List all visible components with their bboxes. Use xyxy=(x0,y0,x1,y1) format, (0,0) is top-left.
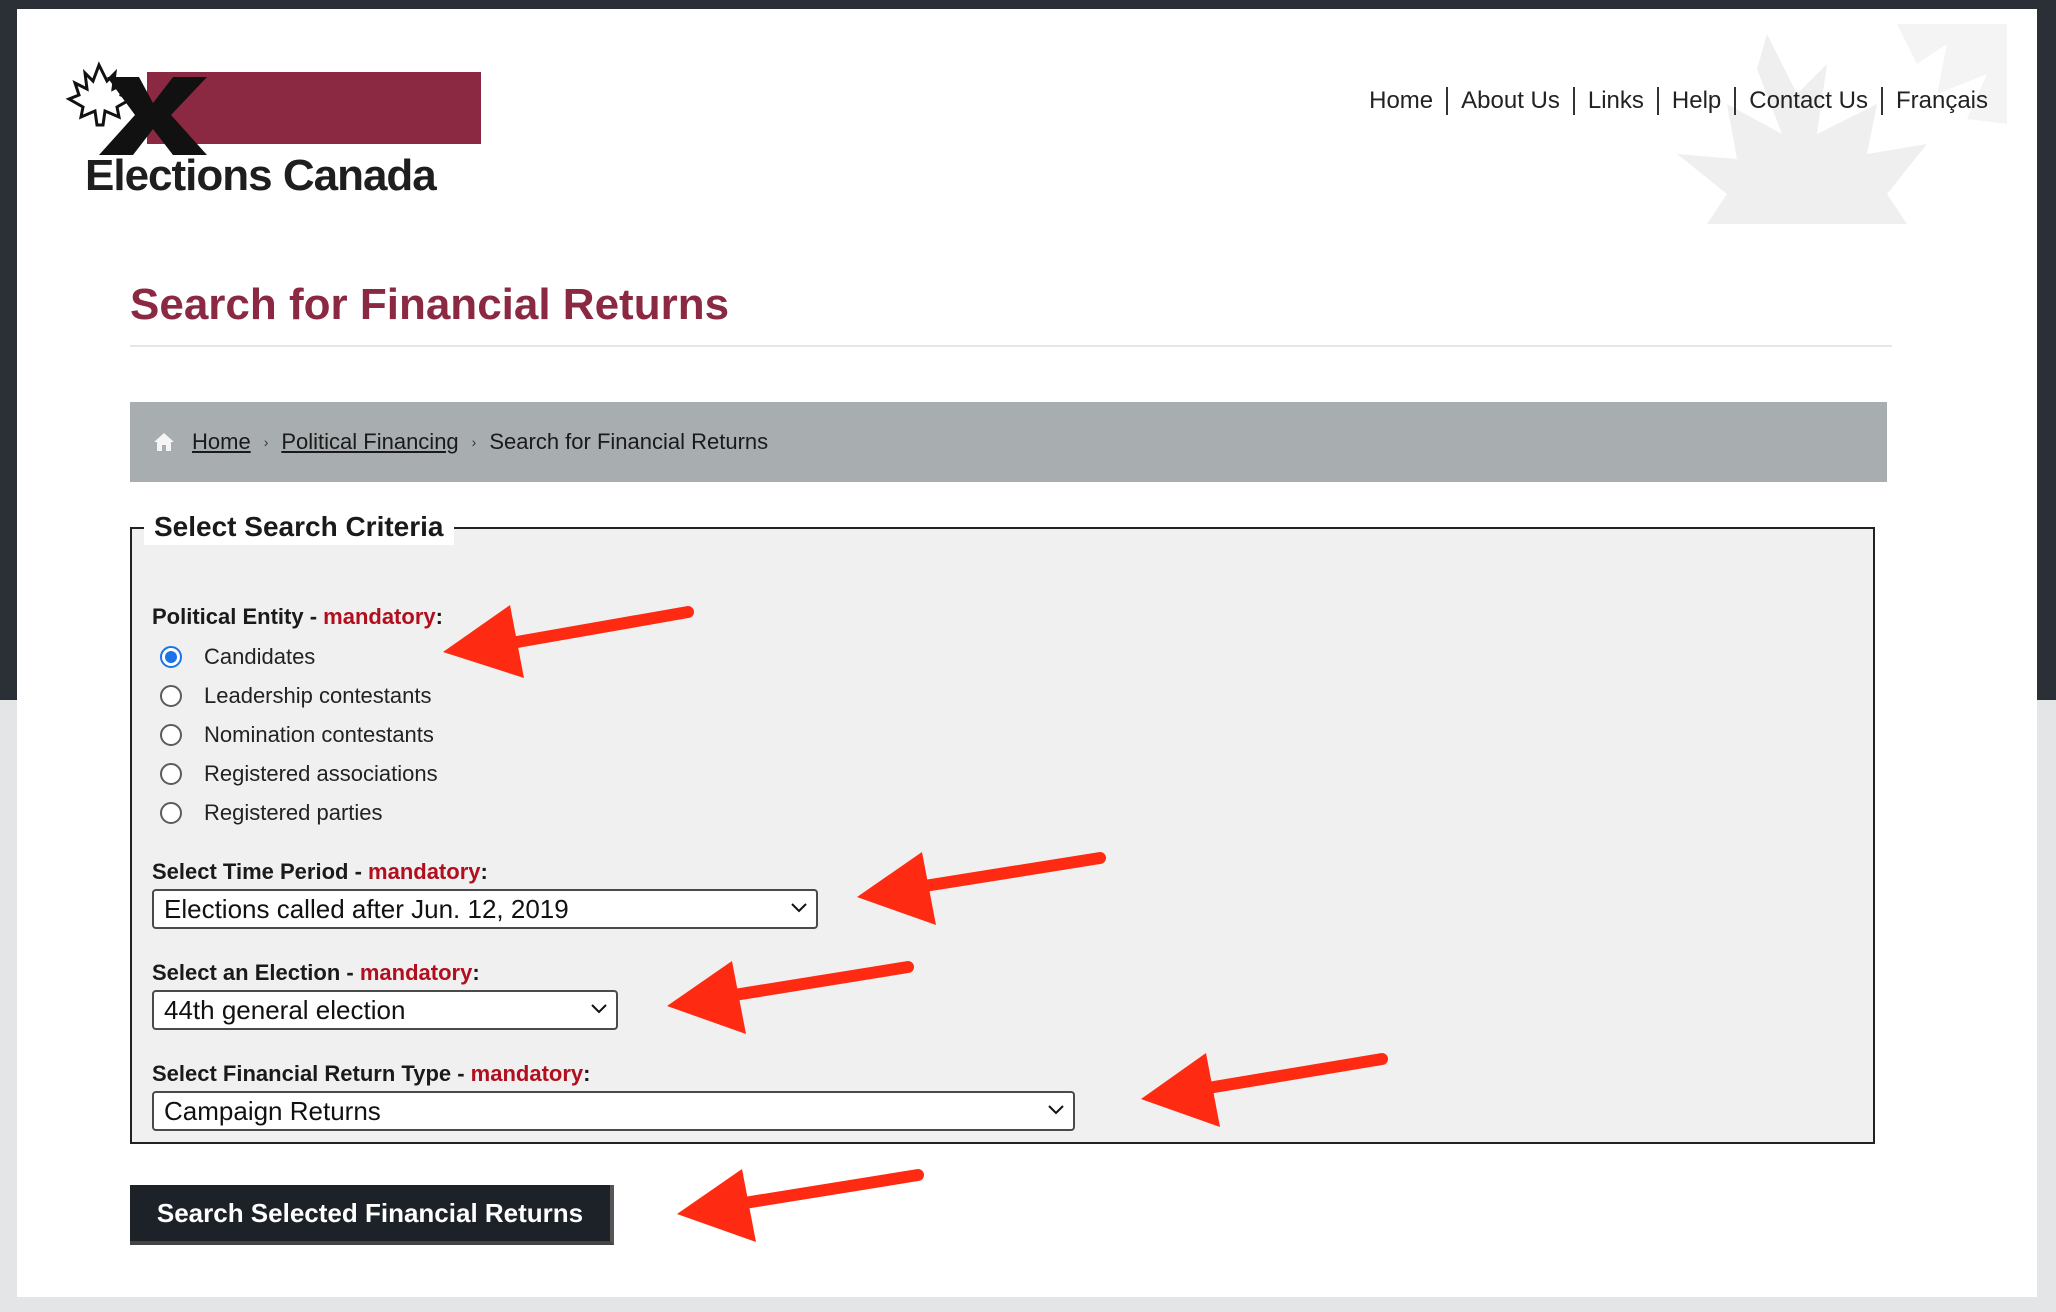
return-type-select[interactable]: Campaign Returns xyxy=(152,1091,1075,1131)
radio-candidates[interactable] xyxy=(160,646,182,668)
chevron-down-icon xyxy=(1048,1105,1064,1115)
nav-separator xyxy=(1572,87,1575,115)
mandatory-marker: mandatory xyxy=(470,1061,584,1086)
nav-separator xyxy=(1734,87,1737,115)
search-selected-financial-returns-button[interactable]: Search Selected Financial Returns xyxy=(130,1185,614,1245)
home-icon xyxy=(154,433,174,451)
radio-registered-parties[interactable] xyxy=(160,802,182,824)
breadcrumb-current: Search for Financial Returns xyxy=(489,429,769,454)
election-select[interactable]: 44th general election xyxy=(152,990,618,1030)
mandatory-marker: mandatory xyxy=(323,604,436,629)
search-criteria-fieldset: Select Search Criteria Political Entity … xyxy=(130,509,1875,1144)
breadcrumb-political-financing-link[interactable]: Political Financing xyxy=(281,429,458,455)
entity-option-leadership-contestants[interactable]: Leadership contestants xyxy=(160,683,432,709)
nav-francais[interactable]: Français xyxy=(1896,87,1988,115)
political-entity-label: Political Entity - mandatory: xyxy=(152,604,443,629)
chevron-down-icon xyxy=(591,1004,607,1014)
maple-leaf-watermark xyxy=(1677,24,2007,224)
nav-separator xyxy=(1446,87,1449,115)
chevron-down-icon xyxy=(791,903,807,913)
top-navigation: Home About Us Links Help Contact Us Fran… xyxy=(1369,87,1988,115)
nav-contact-us[interactable]: Contact Us xyxy=(1749,87,1868,115)
breadcrumb-chevron-icon: › xyxy=(263,434,269,450)
elections-canada-logo[interactable]: Elections Canada xyxy=(57,55,481,207)
entity-option-nomination-contestants[interactable]: Nomination contestants xyxy=(160,722,434,748)
entity-option-candidates[interactable]: Candidates xyxy=(160,644,315,670)
nav-help[interactable]: Help xyxy=(1672,87,1721,115)
search-criteria-legend: Select Search Criteria xyxy=(144,509,454,545)
mandatory-marker: mandatory xyxy=(359,960,473,985)
logo-wordmark: Elections Canada xyxy=(85,151,437,200)
nav-separator xyxy=(1656,87,1659,115)
nav-home[interactable]: Home xyxy=(1369,87,1433,115)
radio-nomination-contestants[interactable] xyxy=(160,724,182,746)
radio-registered-associations[interactable] xyxy=(160,763,182,785)
maple-x-logo-icon xyxy=(65,61,207,155)
breadcrumb-chevron-icon: › xyxy=(471,434,477,450)
breadcrumb-home-link[interactable]: Home xyxy=(192,429,251,455)
page-title: Search for Financial Returns xyxy=(130,280,730,329)
breadcrumb: Home › Political Financing › Search for … xyxy=(130,402,1887,482)
nav-links[interactable]: Links xyxy=(1588,87,1644,115)
time-period-label: Select Time Period - mandatory: xyxy=(152,859,488,884)
election-label: Select an Election - mandatory: xyxy=(152,960,480,985)
title-divider xyxy=(130,345,1892,347)
time-period-select[interactable]: Elections called after Jun. 12, 2019 xyxy=(152,889,818,929)
nav-about-us[interactable]: About Us xyxy=(1461,87,1560,115)
return-type-label: Select Financial Return Type - mandatory… xyxy=(152,1061,591,1086)
entity-option-registered-associations[interactable]: Registered associations xyxy=(160,761,438,787)
nav-separator xyxy=(1880,87,1883,115)
mandatory-marker: mandatory xyxy=(368,859,481,884)
radio-leadership-contestants[interactable] xyxy=(160,685,182,707)
entity-option-registered-parties[interactable]: Registered parties xyxy=(160,800,383,826)
